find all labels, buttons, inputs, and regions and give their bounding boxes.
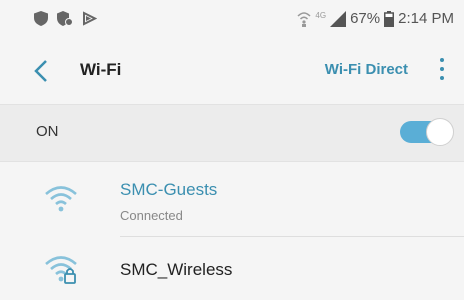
wifi-toggle-switch[interactable] bbox=[400, 118, 454, 146]
network-item-smc-wireless[interactable]: SMC_Wireless bbox=[0, 238, 464, 300]
network-status: Connected bbox=[120, 208, 183, 223]
page-title: Wi-Fi bbox=[80, 60, 122, 79]
wifi-call-icon bbox=[297, 11, 311, 27]
divider bbox=[120, 236, 464, 237]
status-right-icons: 4G 67% 2:14 PM bbox=[297, 10, 454, 27]
app-bar: Wi-Fi Wi-Fi Direct bbox=[0, 40, 464, 102]
shield-check-icon bbox=[57, 11, 73, 26]
network-type-label: 4G bbox=[315, 11, 327, 20]
toggle-label: ON bbox=[36, 123, 59, 140]
status-bar: 4G 67% 2:14 PM bbox=[0, 0, 464, 40]
wifi-lock-icon bbox=[45, 256, 77, 284]
more-vert-icon[interactable] bbox=[436, 58, 448, 84]
network-item-smc-guests[interactable]: SMC-Guests Connected bbox=[0, 162, 464, 237]
signal-icon bbox=[330, 10, 347, 27]
network-name: SMC_Wireless bbox=[120, 260, 233, 279]
wifi-direct-button[interactable]: Wi-Fi Direct bbox=[325, 61, 408, 78]
battery-icon bbox=[384, 10, 395, 27]
network-name: SMC-Guests bbox=[120, 180, 218, 199]
wifi-icon bbox=[45, 186, 77, 212]
toggle-knob bbox=[426, 118, 454, 146]
clock: 2:14 PM bbox=[398, 10, 454, 27]
shield-icon bbox=[34, 11, 48, 26]
battery-percent: 67% bbox=[350, 10, 381, 27]
cast-icon bbox=[83, 11, 97, 26]
wifi-toggle-row[interactable]: ON bbox=[0, 104, 464, 162]
chevron-left-icon[interactable] bbox=[28, 56, 54, 86]
status-left-icons bbox=[34, 11, 97, 26]
